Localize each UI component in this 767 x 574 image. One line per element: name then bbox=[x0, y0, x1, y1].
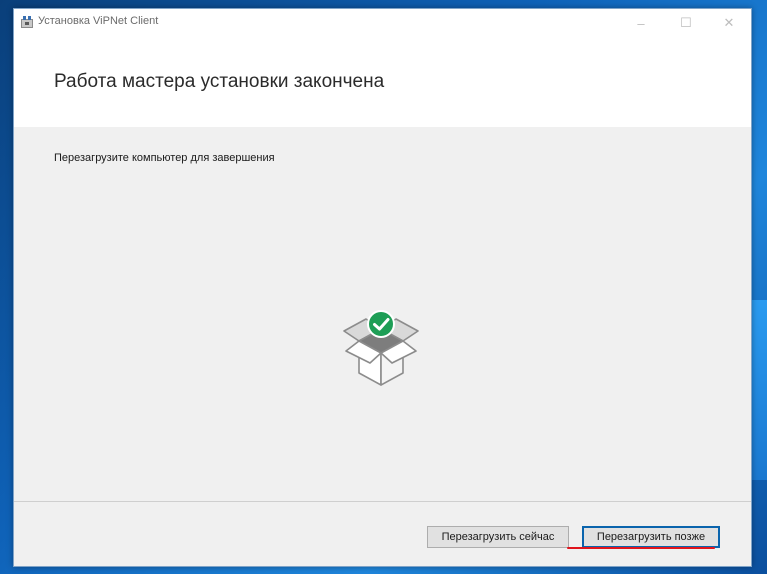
open-box-with-checkmark-icon bbox=[343, 310, 419, 386]
header-band: Работа мастера установки закончена bbox=[14, 37, 751, 127]
checkmark-icon bbox=[367, 310, 395, 338]
page-title: Работа мастера установки закончена bbox=[54, 71, 385, 92]
maximize-button[interactable]: ☐ bbox=[664, 9, 708, 37]
restart-now-button[interactable]: Перезагрузить сейчас bbox=[427, 526, 569, 548]
restart-message: Перезагрузите компьютер для завершения bbox=[54, 152, 275, 164]
restart-later-button[interactable]: Перезагрузить позже bbox=[582, 526, 720, 548]
footer-divider bbox=[14, 501, 751, 502]
window-title: Установка ViPNet Client bbox=[38, 15, 159, 27]
installer-window: Установка ViPNet Client – ☐ ✕ Работа мас… bbox=[13, 8, 752, 567]
minimize-button[interactable]: – bbox=[619, 9, 663, 37]
close-button[interactable]: ✕ bbox=[707, 9, 751, 37]
title-bar[interactable]: Установка ViPNet Client – ☐ ✕ bbox=[14, 9, 751, 37]
red-underline-annotation bbox=[567, 547, 715, 549]
installer-icon bbox=[21, 16, 33, 28]
